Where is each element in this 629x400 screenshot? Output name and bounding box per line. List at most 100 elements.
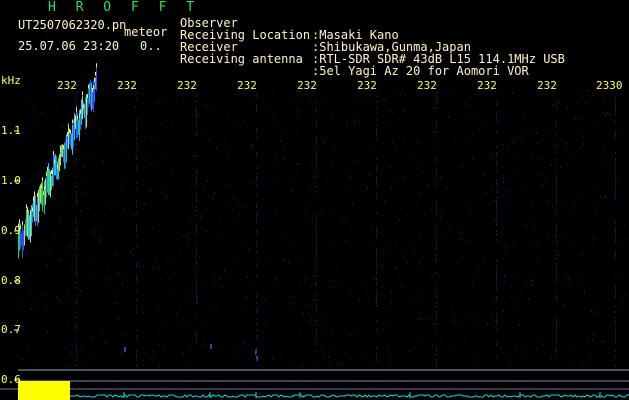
noise-dot (328, 213, 329, 214)
noise-dot (588, 90, 589, 92)
gridline-dot (556, 335, 557, 337)
trace-highlight (46, 171, 47, 176)
noise-dot (471, 268, 472, 269)
noise-dot (622, 304, 623, 306)
noise-dot (411, 135, 412, 137)
gridline-dot (76, 350, 77, 352)
gridline-dot (436, 206, 437, 208)
noise-dot (226, 185, 227, 187)
noise-dot (538, 142, 539, 144)
noise-dot (203, 279, 204, 281)
noise-dot (299, 241, 300, 242)
noise-dot (77, 108, 78, 110)
noise-dot (440, 346, 441, 347)
noise-dot (502, 144, 503, 146)
noise-dot (364, 325, 365, 326)
gridline-dot (196, 173, 197, 175)
noise-dot (559, 235, 560, 236)
gridline-dot (256, 152, 257, 154)
noise-dot (622, 245, 623, 247)
noise-dot (611, 218, 612, 219)
noise-dot (144, 193, 145, 194)
noise-dot (592, 239, 593, 240)
noise-dot (365, 362, 366, 363)
noise-dot (311, 184, 312, 186)
noise-dot (155, 203, 156, 204)
noise-dot (255, 182, 256, 183)
noise-dot (306, 270, 307, 271)
noise-dot (395, 93, 396, 95)
noise-dot (469, 117, 470, 119)
gridline-dot (136, 149, 137, 151)
noise-dot (30, 181, 31, 183)
noise-dot (374, 102, 375, 104)
noise-dot (359, 299, 360, 301)
noise-dot (195, 116, 196, 118)
noise-dot (21, 358, 22, 360)
noise-dot (69, 245, 70, 247)
noise-dot (503, 259, 504, 260)
app-title: H R O F F T (48, 0, 201, 15)
gridline-dot (256, 215, 257, 217)
gridline-dot (76, 92, 77, 94)
noise-dot (342, 326, 343, 328)
noise-dot (621, 132, 622, 134)
noise-dot (419, 317, 420, 319)
noise-dot (228, 155, 229, 157)
noise-dot (518, 126, 519, 127)
gridline-dot (615, 251, 616, 253)
noise-dot (555, 146, 556, 148)
noise-dot (320, 105, 321, 106)
noise-dot (230, 317, 231, 318)
noise-dot (152, 356, 153, 358)
noise-dot (399, 119, 400, 120)
gridline-dot (376, 257, 377, 259)
noise-dot (544, 181, 545, 182)
gridline-dot (496, 356, 497, 358)
gridline-dot (436, 293, 437, 295)
trace-highlight (22, 221, 23, 226)
noise-dot (188, 244, 189, 246)
noise-dot (472, 285, 473, 286)
noise-dot (59, 145, 60, 147)
gridline-dot (496, 290, 497, 292)
gridline-dot (496, 341, 497, 343)
noise-dot (350, 334, 351, 336)
gridline-dot (196, 197, 197, 199)
noise-dot (325, 140, 326, 141)
noise-dot (33, 100, 34, 101)
gridline-dot (436, 125, 437, 127)
noise-dot (419, 100, 420, 101)
noise-dot (239, 174, 240, 175)
noise-dot (578, 261, 579, 262)
noise-dot (433, 301, 434, 302)
noise-dot (348, 188, 349, 190)
noise-dot (553, 326, 554, 327)
gridline-dot (496, 344, 497, 346)
noise-dot (63, 251, 64, 252)
gridline-dot (196, 263, 197, 265)
noise-dot (293, 326, 294, 327)
gridline-dot (496, 281, 497, 283)
gridline-dot (436, 365, 437, 367)
noise-dot (207, 180, 208, 182)
gridline-dot (316, 170, 317, 172)
gridline-dot (196, 122, 197, 124)
gridline-dot (256, 104, 257, 106)
noise-dot (552, 204, 553, 206)
gridline-dot (496, 314, 497, 316)
trace-highlight (51, 170, 52, 175)
noise-dot (389, 110, 390, 112)
noise-dot (92, 258, 93, 259)
noise-dot (99, 180, 100, 181)
gridline-dot (376, 158, 377, 160)
noise-dot (167, 272, 168, 273)
noise-dot (359, 103, 360, 104)
noise-dot (566, 225, 567, 226)
noise-dot (579, 117, 580, 118)
noise-dot (256, 338, 257, 340)
gridline-dot (256, 92, 257, 94)
trace-highlight (80, 109, 81, 114)
noise-dot (274, 160, 275, 161)
noise-dot (33, 365, 34, 367)
